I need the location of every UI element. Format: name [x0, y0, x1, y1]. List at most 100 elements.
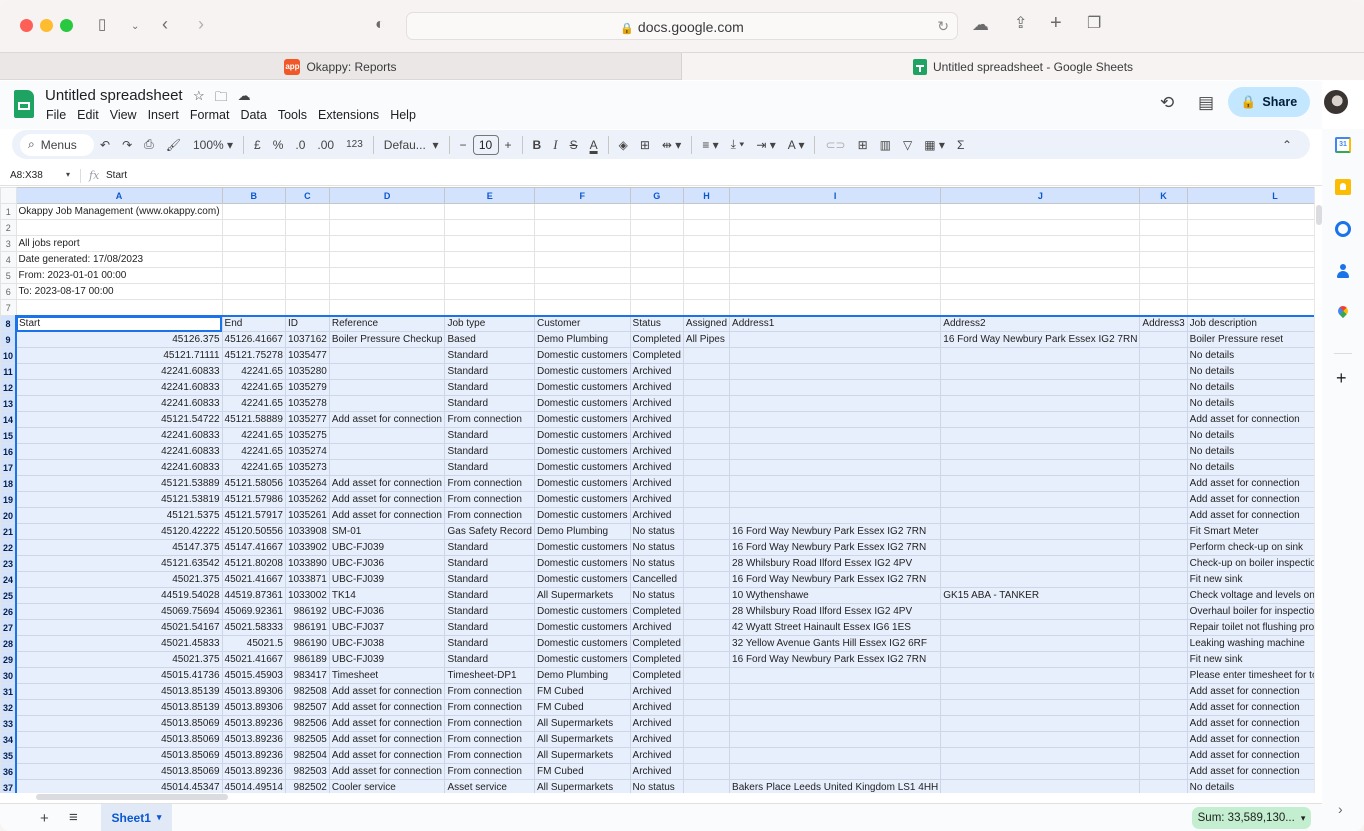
cell[interactable]: FM Cubed — [533, 763, 631, 780]
cell[interactable] — [328, 235, 446, 252]
cell[interactable]: Based — [444, 331, 535, 348]
cell[interactable] — [682, 411, 731, 428]
cell[interactable] — [15, 299, 223, 316]
column-header[interactable]: K — [1139, 187, 1188, 204]
cell[interactable]: 42241.60833 — [15, 363, 223, 380]
cell[interactable]: Add asset for connection — [1186, 475, 1314, 492]
version-history-icon[interactable]: ⟲ — [1160, 93, 1174, 113]
cell[interactable]: 45013.85069 — [15, 763, 223, 780]
cell[interactable] — [1139, 587, 1188, 604]
cell[interactable]: FM Cubed — [533, 699, 631, 716]
cell[interactable] — [1139, 379, 1188, 396]
cell[interactable] — [1186, 235, 1314, 252]
text-wrapping-icon[interactable]: ⇥ ▾ — [750, 134, 781, 156]
cell[interactable]: Archived — [629, 491, 684, 508]
cell[interactable]: 42241.65 — [221, 363, 286, 380]
cell[interactable]: 45021.375 — [15, 571, 223, 588]
cell[interactable]: Reference — [328, 314, 446, 332]
cell[interactable]: Add asset for connection — [1186, 715, 1314, 732]
bold-icon[interactable]: B — [527, 134, 548, 156]
cell[interactable] — [1139, 699, 1188, 716]
cell[interactable]: UBC-FJ036 — [328, 555, 446, 572]
cell[interactable]: Add asset for connection — [328, 763, 446, 780]
cell[interactable]: 1035279 — [284, 379, 330, 396]
cell[interactable]: No status — [629, 539, 684, 556]
cell[interactable] — [940, 651, 1141, 668]
cell[interactable]: From connection — [444, 731, 535, 748]
cell[interactable]: 45121.57986 — [221, 491, 286, 508]
cell[interactable] — [221, 283, 286, 300]
cell[interactable]: Domestic customers — [533, 491, 631, 508]
cell[interactable]: 1035275 — [284, 427, 330, 444]
cell[interactable] — [629, 267, 684, 284]
cell[interactable] — [940, 347, 1141, 364]
row-header[interactable]: 33 — [0, 715, 17, 732]
cell[interactable]: Standard — [444, 443, 535, 460]
cell[interactable]: Standard — [444, 587, 535, 604]
cell[interactable] — [629, 283, 684, 300]
cell[interactable]: UBC-FJ038 — [328, 635, 446, 652]
row-header[interactable]: 29 — [0, 651, 17, 668]
cell[interactable]: 42241.60833 — [15, 395, 223, 412]
move-folder-icon[interactable]: 🗀 — [215, 88, 228, 110]
cell[interactable]: Fit new sink — [1186, 571, 1314, 588]
cell[interactable]: Job type — [444, 314, 535, 332]
row-header[interactable]: 17 — [0, 459, 17, 476]
row-header[interactable]: 15 — [0, 427, 17, 444]
cell[interactable]: Domestic customers — [533, 427, 631, 444]
cell[interactable]: 42241.60833 — [15, 379, 223, 396]
cell[interactable] — [729, 699, 942, 716]
cell[interactable]: Standard — [444, 571, 535, 588]
cell[interactable]: Add asset for connection — [1186, 491, 1314, 508]
cell[interactable]: All jobs report — [15, 235, 223, 252]
cell[interactable]: Domestic customers — [533, 651, 631, 668]
cell[interactable]: GK15 ABA - TANKER — [940, 587, 1141, 604]
cell[interactable]: 42241.60833 — [15, 459, 223, 476]
cell[interactable]: No details — [1186, 347, 1314, 364]
cell[interactable]: FM Cubed — [533, 683, 631, 700]
cell[interactable]: 1033890 — [284, 555, 330, 572]
cell[interactable]: 1037162 — [284, 331, 330, 348]
cell[interactable] — [729, 683, 942, 700]
row-header[interactable]: 4 — [0, 251, 17, 268]
cell[interactable]: 45021.45833 — [15, 635, 223, 652]
cell[interactable]: 45121.53889 — [15, 475, 223, 492]
cell[interactable]: Archived — [629, 363, 684, 380]
cell[interactable]: 42 Wyatt Street Hainault Essex IG6 1ES — [729, 619, 942, 636]
row-header[interactable]: 5 — [0, 267, 17, 284]
menu-format[interactable]: Format — [190, 108, 230, 122]
cell[interactable]: Please enter timesheet for today — [1186, 667, 1314, 684]
cell[interactable] — [328, 203, 446, 220]
star-icon[interactable]: ☆ — [193, 88, 205, 110]
browser-tab-sheets[interactable]: Untitled spreadsheet - Google Sheets — [682, 53, 1364, 80]
cell[interactable]: 45147.375 — [15, 539, 223, 556]
cell[interactable]: Overhaul boiler for inspection — [1186, 603, 1314, 620]
cell[interactable] — [1139, 603, 1188, 620]
cell[interactable] — [1139, 203, 1188, 220]
cell[interactable]: 45014.49514 — [221, 779, 286, 793]
cell[interactable]: Domestic customers — [533, 459, 631, 476]
cell[interactable] — [1139, 299, 1188, 316]
cell[interactable] — [444, 251, 535, 268]
cell[interactable] — [1186, 299, 1314, 316]
column-header[interactable]: L — [1186, 187, 1314, 204]
cell[interactable]: Perform check-up on sink — [1186, 539, 1314, 556]
selection-sum-chip[interactable]: Sum: 33,589,130... ▾ — [1192, 807, 1311, 829]
decrease-font-size-icon[interactable]: − — [454, 134, 473, 156]
cell[interactable] — [940, 731, 1141, 748]
cell[interactable] — [284, 299, 330, 316]
text-color-icon[interactable]: A — [584, 134, 604, 156]
cell[interactable] — [1139, 523, 1188, 540]
cell[interactable] — [729, 347, 942, 364]
cell[interactable] — [328, 347, 446, 364]
cell[interactable]: Archived — [629, 619, 684, 636]
cell[interactable] — [221, 219, 286, 236]
cell[interactable] — [1139, 443, 1188, 460]
zoom-select[interactable]: 100% ▾ — [187, 134, 239, 156]
cell[interactable]: Status — [629, 314, 684, 332]
cell[interactable] — [940, 203, 1141, 220]
cell[interactable]: 10 Wythenshawe — [729, 587, 942, 604]
cell[interactable]: Archived — [629, 427, 684, 444]
cell[interactable] — [284, 267, 330, 284]
cell[interactable]: Add asset for connection — [328, 715, 446, 732]
